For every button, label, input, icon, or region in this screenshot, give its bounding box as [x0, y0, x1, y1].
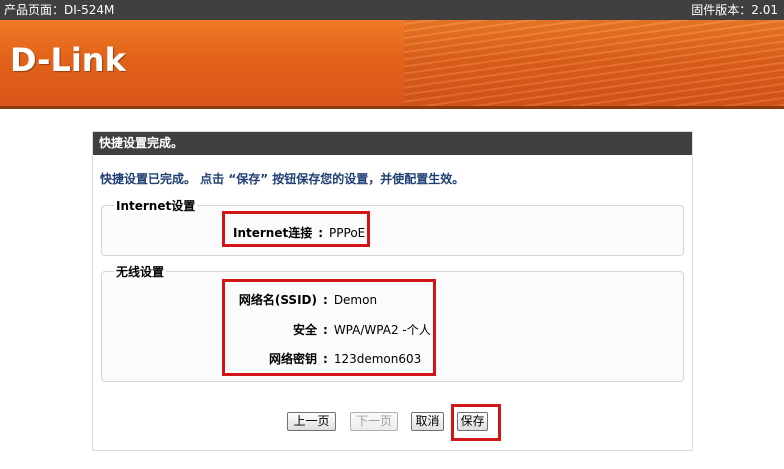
product-page-label: 产品页面：DI-524M [4, 3, 115, 17]
prev-page-button[interactable]: 上一页 [287, 412, 336, 431]
highlight-box-wireless [222, 279, 436, 376]
wireless-settings-title: 无线设置 [114, 263, 167, 280]
highlight-box-save [451, 404, 501, 441]
firmware-version-label: 固件版本：2.01 [691, 3, 778, 17]
banner-stripes [404, 20, 784, 106]
next-page-button[interactable]: 下一页 [350, 412, 398, 431]
cancel-button[interactable]: 取消 [411, 412, 444, 431]
banner-divider [0, 106, 784, 109]
internet-settings-title: Internet设置 [114, 197, 198, 214]
quick-setup-panel: 快捷设置完成。 快捷设置已完成。 点击 “保存” 按钮保存您的设置，并使配置生效… [92, 131, 693, 451]
highlight-box-internet [222, 211, 370, 247]
top-bar: 产品页面：DI-524M 固件版本：2.01 [0, 0, 784, 20]
brand-banner: D-Link [0, 20, 784, 106]
panel-title: 快捷设置完成。 [93, 132, 692, 155]
internet-settings-group: Internet设置 Internet连接: PPPoE [101, 197, 684, 256]
setup-complete-message: 快捷设置已完成。 点击 “保存” 按钮保存您的设置，并使配置生效。 [100, 172, 465, 186]
dlink-logo: D-Link [10, 41, 126, 79]
